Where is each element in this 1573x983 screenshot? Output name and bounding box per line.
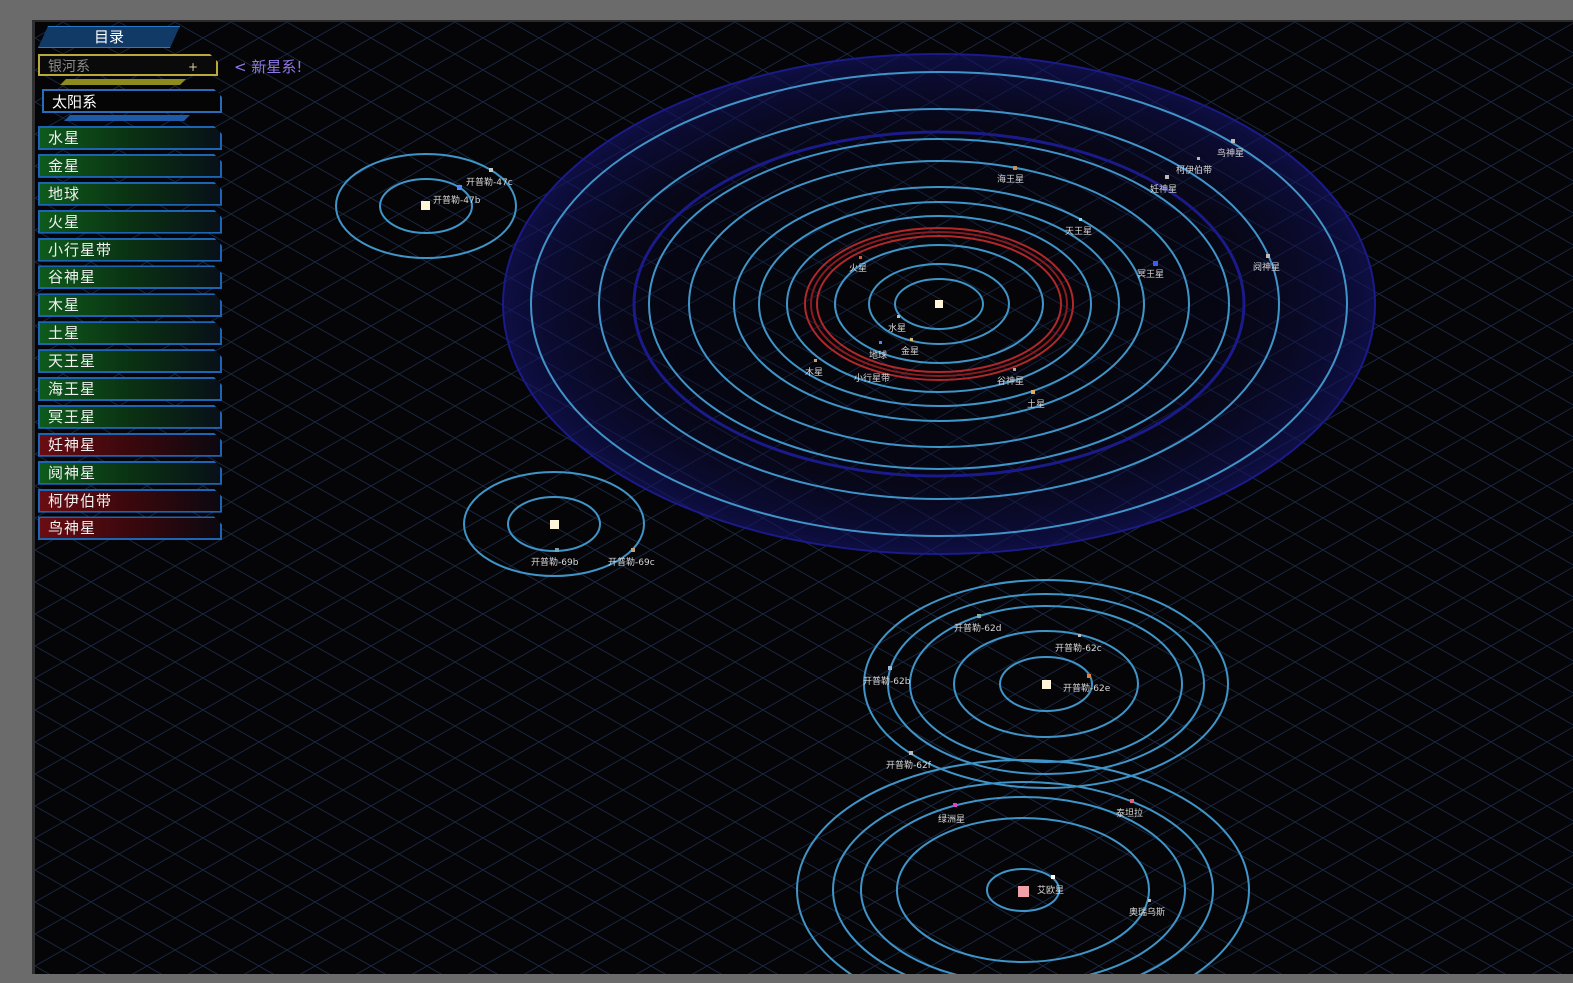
planet-icon[interactable] (814, 359, 817, 362)
planet-item[interactable]: 火星 (38, 210, 222, 234)
planet-icon[interactable] (1231, 139, 1235, 143)
planet-icon[interactable] (1148, 899, 1151, 902)
planet-label: 泰坦拉 (1116, 807, 1143, 819)
planet-item[interactable]: 木星 (38, 293, 222, 317)
galaxy-selector[interactable]: 银河系 + (38, 54, 218, 76)
planet-icon[interactable] (1051, 875, 1055, 879)
planet-icon[interactable] (631, 548, 635, 552)
planet-item[interactable]: 地球 (38, 182, 222, 206)
sun-icon[interactable] (935, 300, 943, 308)
planet-icon[interactable] (1165, 175, 1169, 179)
planet-label: 冥王星 (1137, 269, 1164, 280)
planet-label: 土星 (1027, 398, 1045, 410)
planet-icon[interactable] (1087, 674, 1091, 678)
planet-item[interactable]: 海王星 (38, 377, 222, 401)
new-system-button[interactable]: < 新星系! (234, 56, 302, 77)
planet-item[interactable]: 天王星 (38, 349, 222, 373)
planet-list: 水星金星地球火星小行星带谷神星木星土星天王星海王星冥王星妊神星阋神星柯伊伯带鸟神… (38, 126, 222, 544)
galaxy-label: 银河系 (48, 59, 90, 75)
catalog-header[interactable]: 目录 (38, 26, 180, 48)
planet-icon[interactable] (1266, 254, 1270, 258)
planet-item[interactable]: 水星 (38, 126, 222, 150)
star-icon[interactable] (421, 201, 430, 210)
planet-icon[interactable] (1031, 390, 1035, 394)
planet-label: 柯伊伯带 (1176, 164, 1212, 176)
planet-label: 海王星 (997, 173, 1024, 185)
orbit (860, 796, 1186, 974)
planet-label: 木星 (805, 366, 823, 378)
planet-label: 开普勒-69c (608, 556, 655, 568)
starmap-viewport[interactable]: 开普勒-47c 开普勒-47b 水星 金星 地球 火星 小行星带 谷神星 木星 … (32, 20, 1573, 974)
planet-label: 天王星 (1065, 226, 1092, 237)
planet-item[interactable]: 妊神星 (38, 433, 222, 457)
star-icon[interactable] (1042, 680, 1051, 689)
planet-icon[interactable] (489, 168, 493, 172)
planet-label: 开普勒-62b (863, 675, 911, 687)
galaxy-underline (60, 79, 186, 85)
planet-icon[interactable] (910, 338, 913, 341)
system-kepler-47[interactable]: 开普勒-47c 开普勒-47b (335, 153, 517, 259)
planet-label: 小行星带 (854, 372, 890, 384)
planet-item[interactable]: 小行星带 (38, 238, 222, 262)
planet-icon[interactable] (879, 341, 882, 344)
planet-label: 妊神星 (1150, 183, 1177, 195)
planet-icon[interactable] (1078, 634, 1081, 637)
planet-label: 开普勒-62c (1055, 642, 1102, 654)
planet-icon[interactable] (909, 751, 913, 755)
system-kepler-69[interactable]: 开普勒-69b 开普勒-69c (463, 471, 655, 577)
planet-label: 谷神星 (997, 375, 1024, 387)
planet-icon[interactable] (1079, 218, 1082, 221)
orbit (796, 759, 1250, 974)
system-bottom[interactable]: 绿洲星 泰坦拉 艾欧星 奥瑞乌斯 (796, 759, 1250, 974)
orbit (832, 781, 1214, 974)
planet-item[interactable]: 鸟神星 (38, 516, 222, 540)
planet-icon[interactable] (888, 666, 892, 670)
planet-icon[interactable] (897, 315, 900, 318)
planet-icon[interactable] (859, 256, 862, 259)
planet-item[interactable]: 柯伊伯带 (38, 489, 222, 513)
planet-icon[interactable] (457, 185, 462, 190)
planet-label: 开普勒-47c (466, 176, 513, 188)
planet-label: 火星 (849, 263, 867, 274)
planet-icon[interactable] (1197, 157, 1200, 160)
planet-label: 开普勒-69b (531, 556, 579, 568)
star-icon[interactable] (550, 520, 559, 529)
planet-icon[interactable] (953, 803, 957, 807)
planet-icon[interactable] (555, 548, 559, 552)
planet-icon[interactable] (977, 614, 981, 618)
system-underline (64, 115, 190, 121)
planet-label: 开普勒-62f (886, 759, 932, 771)
planet-icon[interactable] (1013, 166, 1017, 170)
planet-icon[interactable] (1153, 261, 1158, 266)
planet-label: 开普勒-47b (433, 194, 481, 206)
planet-label: 开普勒-62e (1063, 682, 1111, 694)
planet-label: 鸟神星 (1217, 147, 1244, 159)
planet-label: 艾欧星 (1037, 884, 1064, 896)
planet-icon[interactable] (1130, 799, 1134, 803)
planet-icon[interactable] (1013, 368, 1016, 371)
planet-label: 绿洲星 (938, 813, 965, 825)
planet-item[interactable]: 谷神星 (38, 265, 222, 289)
planet-item[interactable]: 金星 (38, 154, 222, 178)
planet-item[interactable]: 冥王星 (38, 405, 222, 429)
planet-label: 开普勒-62d (954, 622, 1001, 634)
star-icon[interactable] (1018, 886, 1029, 897)
system-solar[interactable]: 水星 金星 地球 火星 小行星带 谷神星 木星 土星 天王星 海王星 冥王星 妊… (502, 53, 1376, 555)
add-icon[interactable]: + (188, 56, 198, 78)
planet-label: 地球 (869, 349, 887, 361)
planet-label: 阋神星 (1253, 261, 1280, 273)
system-kepler-62[interactable]: 开普勒-62d 开普勒-62c 开普勒-62b 开普勒-62e 开普勒-62f (863, 579, 1229, 789)
planet-item[interactable]: 阋神星 (38, 461, 222, 485)
planet-label: 奥瑞乌斯 (1129, 906, 1165, 918)
planet-label: 水星 (888, 322, 906, 334)
planet-item[interactable]: 土星 (38, 321, 222, 345)
selected-system[interactable]: 太阳系 (42, 89, 222, 113)
planet-label: 金星 (901, 345, 919, 357)
